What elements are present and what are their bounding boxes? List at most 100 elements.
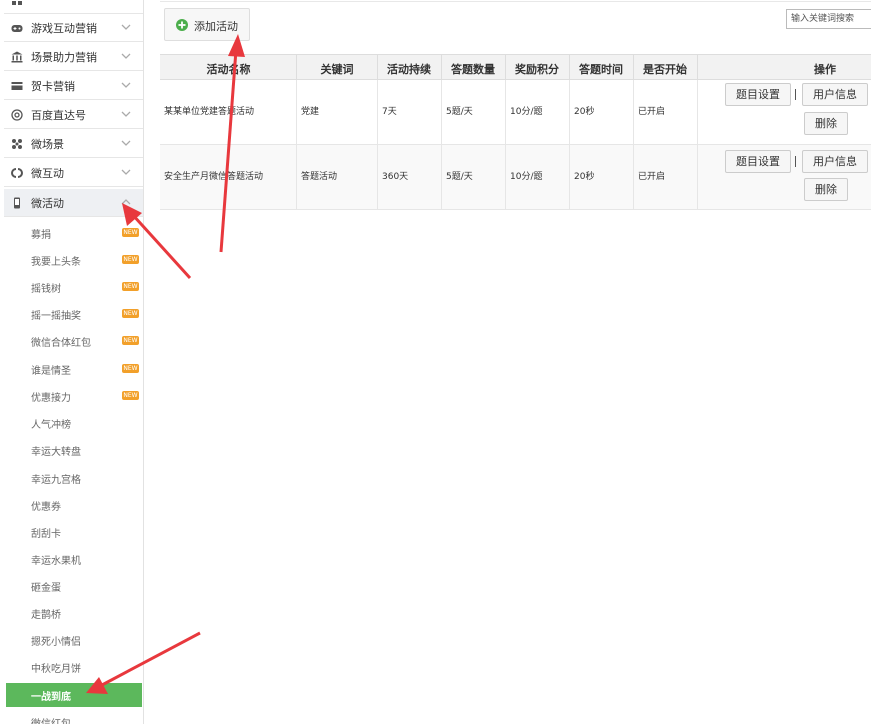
sidebar-group-micro-scene[interactable]: 微场景: [4, 130, 143, 158]
sidebar-item-combined-redpacket[interactable]: 微信合体红包 NEW: [4, 327, 143, 354]
phone-icon: [11, 197, 23, 209]
sidebar-group-label: 场景助力营销: [31, 51, 97, 64]
sidebar: 游戏互动营销 场景助力营销 贺卡营销 百度直达号 微场景 微互动 微活动 募捐 …: [0, 0, 144, 724]
sidebar-group-scene-help[interactable]: 场景助力营销: [4, 43, 143, 71]
question-settings-button[interactable]: 题目设置: [725, 83, 791, 106]
cell-duration: 360天: [382, 172, 409, 182]
chevron-down-icon: [121, 111, 131, 117]
cell-divider: [505, 145, 506, 210]
sidebar-item-label: 摁死小情侣: [31, 637, 81, 648]
cell-divider: [441, 145, 442, 210]
sidebar-item-couple-game[interactable]: 摁死小情侣: [4, 626, 143, 653]
delete-button[interactable]: 删除: [804, 112, 848, 135]
cell-divider: [569, 145, 570, 210]
sidebar-item-love-saint[interactable]: 谁是情圣 NEW: [4, 355, 143, 382]
chevron-down-icon: [121, 53, 131, 59]
sidebar-item-magpie-bridge[interactable]: 走鹊桥: [4, 599, 143, 626]
add-activity-label: 添加活动: [194, 20, 238, 33]
sidebar-group-card[interactable]: 贺卡营销: [4, 72, 143, 100]
cell-duration: 7天: [382, 107, 397, 117]
sidebar-group-game[interactable]: 游戏互动营销: [4, 14, 143, 42]
sidebar-item-label: 刮刮卡: [31, 529, 61, 540]
col-time-header: 答题时间: [579, 63, 623, 76]
sidebar-item-label: 募捐: [31, 230, 51, 241]
new-badge: NEW: [122, 228, 139, 237]
sidebar-item-popularity[interactable]: 人气冲榜: [4, 409, 143, 436]
sidebar-item-label: 砸金蛋: [31, 583, 61, 594]
user-info-button[interactable]: 用户信息: [802, 150, 868, 173]
col-count-header: 答题数量: [451, 63, 495, 76]
interact-icon: [11, 167, 23, 179]
new-badge: NEW: [122, 255, 139, 264]
new-badge: NEW: [122, 391, 139, 400]
sidebar-item-wechat-redpacket[interactable]: 微信红包: [4, 708, 143, 724]
cell-divider: [441, 80, 442, 145]
sidebar-group-baidu[interactable]: 百度直达号: [4, 101, 143, 129]
cell-status: 已开启: [638, 107, 666, 117]
bank-icon: [11, 51, 23, 63]
sidebar-item-fruit-machine[interactable]: 幸运水果机: [4, 545, 143, 572]
sidebar-group-label: 贺卡营销: [31, 80, 75, 93]
sidebar-item-quiz-battle[interactable]: 一战到底: [6, 683, 142, 707]
sidebar-item-label: 我要上头条: [31, 257, 81, 268]
chevron-down-icon: [121, 169, 131, 175]
sidebar-item-scratch-card[interactable]: 刮刮卡: [4, 518, 143, 545]
chevron-down-icon: [121, 82, 131, 88]
sidebar-item-label: 摇钱树: [31, 284, 61, 295]
table-header: 活动名称 关键词 活动持续 答题数量 奖励积分 答题时间 是否开始 操作: [160, 54, 871, 80]
sidebar-item-coupon[interactable]: 优惠券: [4, 491, 143, 518]
col-duration-header: 活动持续: [387, 63, 431, 76]
cell-divider: [697, 80, 698, 145]
sidebar-item-label: 微信红包: [31, 715, 71, 724]
col-points-header: 奖励积分: [515, 63, 559, 76]
cell-divider: [296, 145, 297, 210]
sidebar-item-label: 幸运九宫格: [31, 475, 81, 486]
sidebar-item-donate[interactable]: 募捐 NEW: [4, 219, 143, 246]
sidebar-group-label: 微场景: [31, 138, 64, 151]
sidebar-group-top[interactable]: [4, 0, 143, 14]
sidebar-item-nine-grid[interactable]: 幸运九宫格: [4, 464, 143, 491]
question-settings-button[interactable]: 题目设置: [725, 150, 791, 173]
sidebar-item-coupon-relay[interactable]: 优惠接力 NEW: [4, 382, 143, 409]
cell-divider: [633, 80, 634, 145]
cell-name: 安全生产月微信答题活动: [164, 172, 264, 182]
user-info-button[interactable]: 用户信息: [802, 83, 868, 106]
cell-count: 5题/天: [446, 172, 473, 182]
sidebar-item-label: 微信合体红包: [31, 338, 91, 349]
new-badge: NEW: [122, 309, 139, 318]
sidebar-item-wheel[interactable]: 幸运大转盘: [4, 436, 143, 463]
cell-keyword: 答题活动: [301, 172, 338, 182]
col-status-header: 是否开始: [643, 63, 687, 76]
action-separator: [795, 156, 796, 167]
gamepad-icon: [11, 22, 23, 34]
sidebar-item-label: 谁是情圣: [31, 366, 71, 377]
sidebar-group-label: 微互动: [31, 167, 64, 180]
sidebar-item-shake-lottery[interactable]: 摇一摇抽奖 NEW: [4, 300, 143, 327]
delete-button[interactable]: 删除: [804, 178, 848, 201]
cell-count: 5题/天: [446, 107, 473, 117]
search-input[interactable]: [786, 9, 871, 29]
sidebar-item-label: 幸运大转盘: [31, 447, 81, 458]
sidebar-item-label: 幸运水果机: [31, 556, 81, 567]
cell-divider: [505, 80, 506, 145]
cell-points: 10分/题: [510, 172, 543, 182]
sidebar-item-money-tree[interactable]: 摇钱树 NEW: [4, 273, 143, 300]
action-separator: [795, 89, 796, 100]
sidebar-item-headline[interactable]: 我要上头条 NEW: [4, 246, 143, 273]
sidebar-group-micro-interact[interactable]: 微互动: [4, 159, 143, 187]
sidebar-item-golden-egg[interactable]: 砸金蛋: [4, 572, 143, 599]
sidebar-item-label: 中秋吃月饼: [31, 664, 81, 675]
add-activity-button[interactable]: 添加活动: [164, 8, 250, 41]
col-actions-header: 操作: [814, 63, 836, 76]
sidebar-group-micro-activity[interactable]: 微活动: [4, 189, 143, 217]
cell-divider: [296, 80, 297, 145]
scene-icon: [11, 138, 23, 150]
cell-divider: [697, 145, 698, 210]
new-badge: NEW: [122, 282, 139, 291]
sidebar-item-mooncake[interactable]: 中秋吃月饼: [4, 653, 143, 680]
card-icon: [11, 80, 23, 92]
sidebar-group-label: 游戏互动营销: [31, 22, 97, 35]
cell-divider: [569, 80, 570, 145]
grid-icon: [11, 0, 23, 6]
cell-points: 10分/题: [510, 107, 543, 117]
